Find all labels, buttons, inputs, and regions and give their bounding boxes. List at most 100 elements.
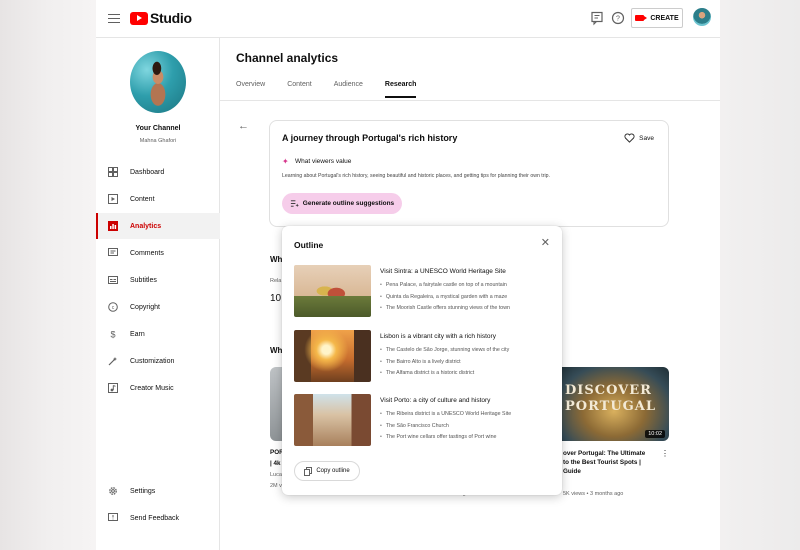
sidebar-item-subtitles[interactable]: Subtitles [96,267,220,293]
studio-window: Studio ? CREATE Your Channel Mahna Ghafo… [96,0,720,550]
sidebar-item-label: Customization [130,357,175,365]
sidebar-item-label: Send Feedback [130,514,180,522]
gear-icon [108,486,118,496]
sidebar-item-label: Content [130,195,155,203]
feedback-icon [108,513,118,523]
sidebar-item-dashboard[interactable]: Dashboard [96,159,220,185]
sidebar-item-settings[interactable]: Settings [96,478,220,504]
outline-item-heading: Visit Porto: a city of culture and histo… [380,397,491,404]
music-icon [108,383,118,393]
sparkle-icon: ✦ [282,157,289,166]
porto-thumbnail [294,394,371,446]
video-camera-icon [635,15,648,21]
copyright-icon: c [108,302,118,312]
copy-icon [304,466,313,476]
left-video-title-partial-2[interactable]: | 4k [270,460,281,467]
outline-item-bullets: Pena Palace, a fairytale castle on top o… [380,280,510,315]
video-duration: 10:02 [645,430,665,438]
youtube-play-icon [130,11,148,25]
outline-item-heading: Visit Sintra: a UNESCO World Heritage Si… [380,268,506,275]
outline-bullet: Pena Palace, a fairytale castle on top o… [380,280,510,292]
svg-text:c: c [112,305,115,311]
outline-bullet: The Alfama district is a historic distri… [380,368,509,380]
outline-item[interactable]: Visit Sintra: a UNESCO World Heritage Si… [294,265,554,319]
sidebar-item-send-feedback[interactable]: Send Feedback [96,505,220,531]
section-heading-partial: Wh [270,255,283,264]
feedback-flag-icon[interactable] [589,10,605,26]
thumbnail-text: DISCOVER PORTUGAL [565,383,657,414]
tab-content[interactable]: Content [287,81,312,98]
what-viewers-value-label: What viewers value [295,158,352,165]
sidebar-item-customization[interactable]: Customization [96,348,220,374]
create-label: CREATE [650,14,679,22]
save-button[interactable]: Save [624,133,654,143]
outline-item-bullets: The Ribeira district is a UNESCO World H… [380,409,511,444]
outline-bullet: The São Francisco Church [380,421,511,433]
sidebar-item-content[interactable]: Content [96,186,220,212]
generate-outline-label: Generate outline suggestions [302,200,395,207]
sidebar-item-analytics[interactable]: Analytics [96,213,220,239]
right-video-title[interactable]: over Portugal: The Ultimate to the Best … [563,449,663,476]
earn-icon: $ [108,329,118,340]
outline-generate-icon [290,200,299,208]
save-label: Save [639,134,654,142]
tab-research[interactable]: Research [384,81,417,98]
top-bar: Studio ? CREATE [96,0,720,38]
menu-icon[interactable] [108,11,120,25]
left-video-channel-partial: Luca [270,472,282,478]
outline-title: Outline [294,240,324,250]
channel-name: Mahna Ghafori [139,138,177,144]
sidebar-item-creator-music[interactable]: Creator Music [96,375,220,401]
channel-avatar[interactable] [130,51,186,113]
video-thumbnail-right[interactable]: DISCOVER PORTUGAL 10:02 [559,367,669,441]
sidebar: Your Channel Mahna Ghafori Dashboard Con… [96,38,220,550]
customization-icon [108,356,118,366]
analytics-icon [108,221,118,231]
sidebar-item-label: Settings [130,487,156,495]
close-icon[interactable]: ✕ [541,238,550,249]
right-video-meta: 5K views • 3 months ago [563,491,624,497]
heart-icon [624,133,635,143]
your-channel-label: Your Channel [135,125,181,132]
sintra-thumbnail [294,265,371,317]
logo-text: Studio [150,10,192,26]
outline-item-heading: Lisbon is a vibrant city with a rich his… [380,333,496,340]
create-button[interactable]: CREATE [631,8,683,28]
sidebar-item-comments[interactable]: Comments [96,240,220,266]
related-label-partial: Rela [270,278,282,284]
outline-bullet: The Port wine cellars offer tastings of … [380,432,511,444]
back-arrow-icon[interactable]: ← [238,120,249,132]
outline-item[interactable]: Lisbon is a vibrant city with a rich his… [294,330,554,384]
generate-outline-button[interactable]: Generate outline suggestions [282,193,402,214]
outline-bullet: The Moorish Castle offers stunning views… [380,303,510,315]
tabs-divider [220,100,720,101]
page-title: Channel analytics [236,51,339,65]
tab-audience[interactable]: Audience [334,81,363,98]
outline-dialog: Outline ✕ Visit Sintra: a UNESCO World H… [282,226,562,495]
copy-outline-button[interactable]: Copy outline [294,461,360,481]
subtitles-icon [108,275,118,285]
outline-item[interactable]: Visit Porto: a city of culture and histo… [294,394,554,448]
lisbon-thumbnail [294,330,371,382]
sidebar-item-label: Earn [130,330,145,338]
sidebar-item-earn[interactable]: $ Earn [96,321,220,347]
studio-logo[interactable]: Studio [130,10,192,26]
sidebar-item-label: Comments [130,249,164,257]
sidebar-item-label: Creator Music [130,384,174,392]
more-options-icon[interactable]: ⋮ [661,449,669,458]
comments-icon [108,248,118,258]
copy-outline-label: Copy outline [316,468,350,474]
sidebar-item-label: Subtitles [130,276,157,284]
what-viewers-value-text: Learning about Portugal's rich history, … [282,173,550,179]
outline-bullet: The Bairro Alto is a lively district [380,357,509,369]
dashboard-icon [108,167,118,177]
sidebar-item-label: Analytics [130,222,162,230]
section-heading-partial-2: Wh [270,346,283,355]
outline-bullet: The Castelo de São Jorge, stunning views… [380,345,509,357]
svg-text:$: $ [110,330,115,340]
sidebar-item-copyright[interactable]: c Copyright [96,294,220,320]
outline-bullet: Quinta da Regaleira, a mystical garden w… [380,292,510,304]
tab-overview[interactable]: Overview [236,81,265,98]
account-avatar[interactable] [693,8,711,26]
help-icon[interactable]: ? [610,10,626,26]
